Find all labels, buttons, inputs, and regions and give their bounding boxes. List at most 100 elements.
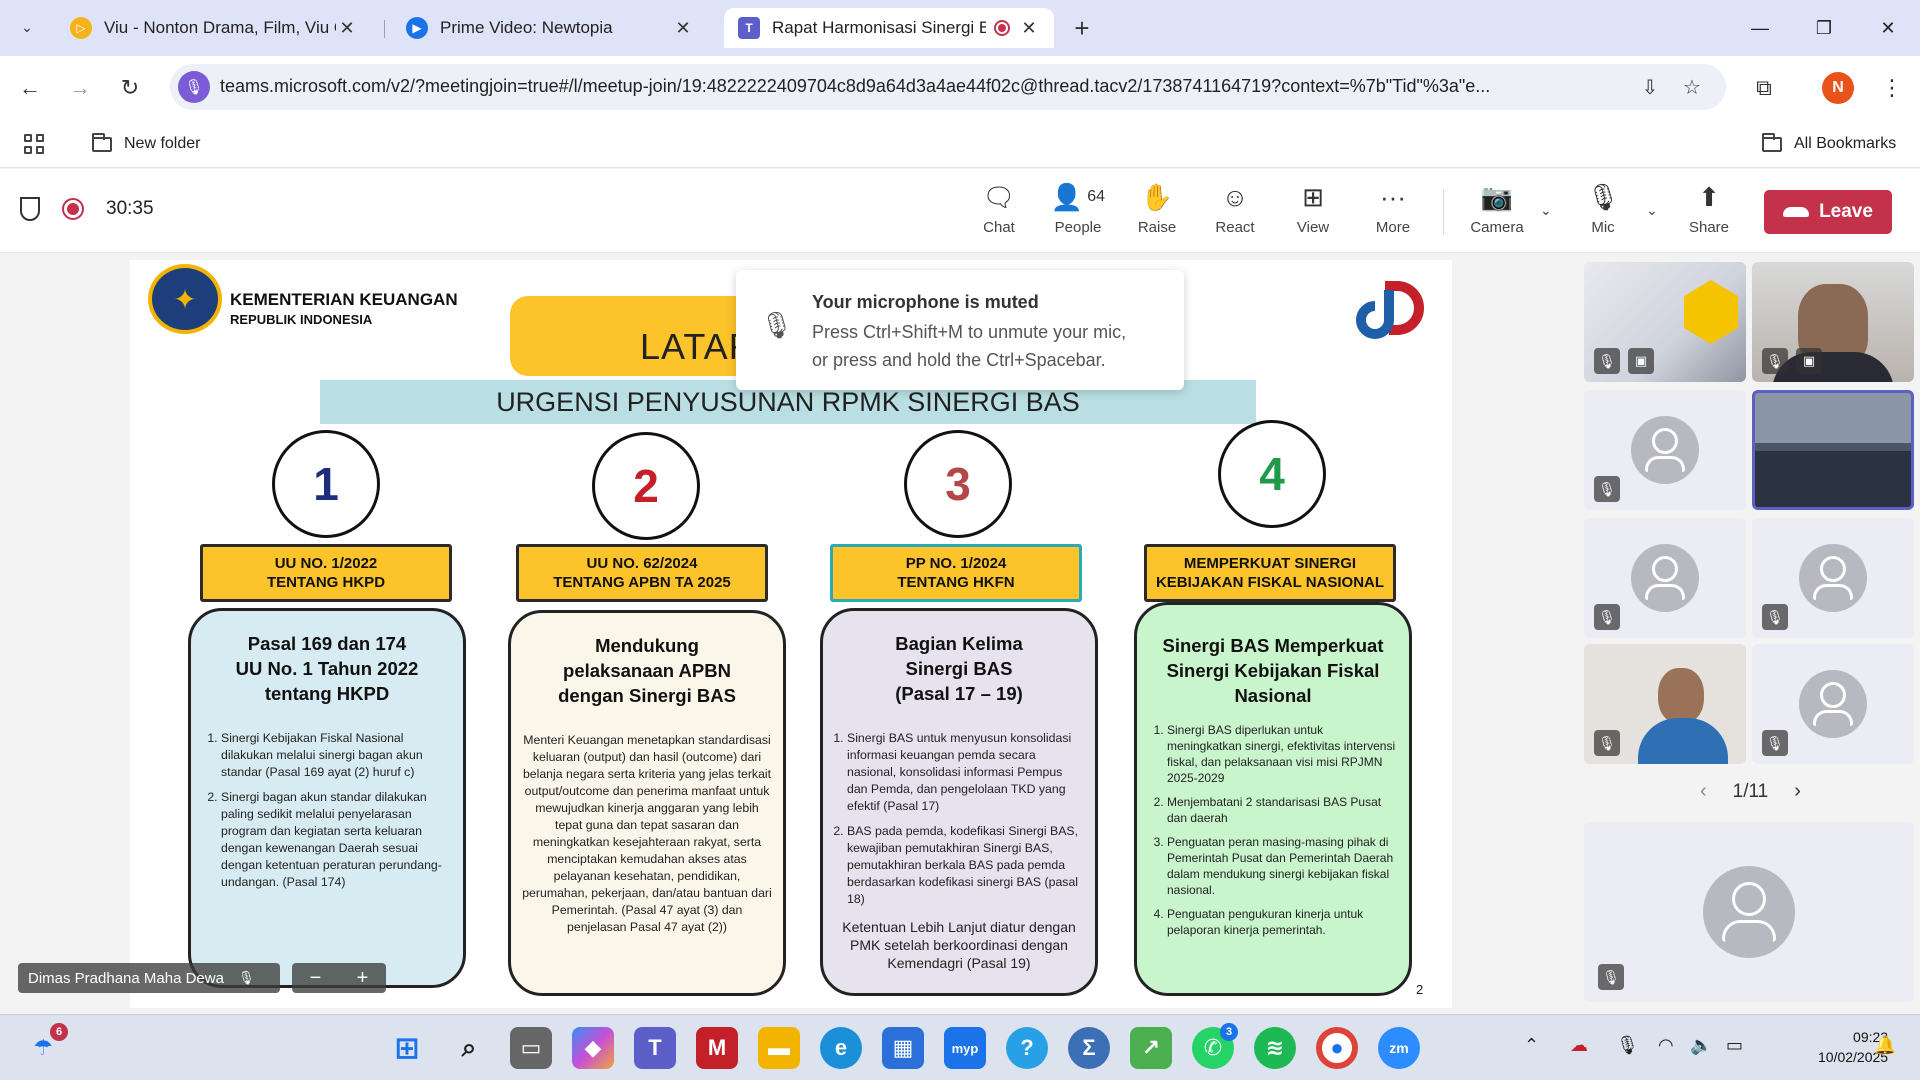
- forward-arrow-icon[interactable]: →: [64, 72, 96, 104]
- mic-button[interactable]: 🎙 Mic: [1568, 179, 1638, 245]
- more-button[interactable]: ··· More: [1358, 179, 1428, 245]
- mic-muted-toast[interactable]: 🎙 Your microphone is muted Press Ctrl+Sh…: [736, 270, 1184, 390]
- avatar-placeholder-icon: [1799, 670, 1867, 738]
- volume-icon[interactable]: 🔈: [1690, 1035, 1712, 1056]
- participant-tile-2[interactable]: 🎙 ▣: [1752, 262, 1914, 382]
- mic-muted-icon: 🎙: [237, 970, 255, 985]
- viu-icon: ▷: [70, 17, 92, 39]
- teams-taskbar-icon[interactable]: T: [634, 1027, 676, 1069]
- copilot-icon[interactable]: ◆: [572, 1027, 614, 1069]
- bookmark-label: All Bookmarks: [1794, 135, 1897, 152]
- windows-start-icon[interactable]: ⊞: [386, 1027, 428, 1069]
- edge-icon[interactable]: e: [820, 1027, 862, 1069]
- self-view-tile[interactable]: 🎙: [1584, 822, 1914, 1002]
- camera-button[interactable]: 📷 Camera: [1462, 179, 1532, 245]
- bookmark-star-icon[interactable]: ☆: [1678, 73, 1706, 101]
- file-explorer-icon[interactable]: ▬: [758, 1027, 800, 1069]
- search-icon[interactable]: ⌕: [448, 1027, 490, 1069]
- myapps-icon[interactable]: myp: [944, 1027, 986, 1069]
- chat-button[interactable]: 🗨 Chat: [964, 179, 1034, 245]
- address-bar[interactable]: 🎙 teams.microsoft.com/v2/?meetingjoin=tr…: [170, 64, 1726, 110]
- tab-prime-video[interactable]: ▶ Prime Video: Newtopia ✕: [392, 8, 708, 48]
- browser-menu-icon[interactable]: ⋮: [1876, 72, 1908, 104]
- raise-hand-button[interactable]: ✋ Raise: [1122, 179, 1192, 245]
- presenter-name: Dimas Pradhana Maha Dewa: [28, 969, 224, 987]
- column-card-4: Sinergi BAS Memperkuat Sinergi Kebijakan …: [1134, 602, 1412, 996]
- all-bookmarks[interactable]: All Bookmarks: [1762, 130, 1896, 158]
- mcafee-icon[interactable]: M: [696, 1027, 738, 1069]
- whatsapp-icon[interactable]: ✆ 3: [1192, 1023, 1238, 1069]
- close-tab-icon[interactable]: ✕: [1018, 18, 1040, 39]
- back-arrow-icon[interactable]: ←: [14, 72, 46, 104]
- participant-tile-7[interactable]: 🎙: [1584, 644, 1746, 764]
- list-item: Menjembatani 2 standarisasi BAS Pusat da…: [1167, 794, 1399, 826]
- vpn-tray-icon[interactable]: ☁: [1570, 1035, 1588, 1056]
- card-title: Bagian Kelima Sinergi BAS (Pasal 17 – 19): [895, 633, 1023, 704]
- number-circle-2: 2: [592, 432, 700, 540]
- sigma-app-icon[interactable]: Σ: [1068, 1027, 1110, 1069]
- people-button[interactable]: 👤 64 People: [1042, 179, 1114, 245]
- tab-search-chevron-down-icon[interactable]: ⌄: [12, 12, 42, 42]
- mic-options-chevron-icon[interactable]: ⌄: [1646, 202, 1658, 219]
- microphone-tray-icon[interactable]: 🎙: [1616, 1035, 1639, 1056]
- leave-button[interactable]: Leave: [1764, 190, 1892, 234]
- people-label: People: [1054, 219, 1102, 236]
- zoom-out-button[interactable]: −: [310, 967, 322, 990]
- recording-icon: [62, 198, 84, 220]
- meeting-timer: 30:35: [106, 198, 154, 219]
- participant-tile-5[interactable]: 🎙: [1584, 518, 1746, 638]
- mic-muted-icon: 🎙: [760, 310, 794, 340]
- new-tab-plus-icon[interactable]: +: [1066, 12, 1098, 44]
- people-count: 64: [1087, 188, 1106, 205]
- helper-app-icon[interactable]: ?: [1006, 1027, 1048, 1069]
- zoom-in-button[interactable]: +: [357, 967, 369, 990]
- mic-muted-icon: 🎙: [1594, 604, 1620, 630]
- mic-muted-icon: 🎙: [1586, 181, 1620, 212]
- wifi-icon[interactable]: ◠: [1658, 1035, 1674, 1056]
- task-view-icon[interactable]: ▭: [510, 1027, 552, 1069]
- site-mic-permission-icon[interactable]: 🎙: [178, 71, 210, 103]
- bookmark-new-folder[interactable]: New folder: [92, 130, 200, 158]
- chrome-icon[interactable]: ●: [1316, 1027, 1358, 1069]
- participant-tile-6[interactable]: 🎙: [1752, 518, 1914, 638]
- participant-tile-3[interactable]: 🎙: [1584, 390, 1746, 510]
- extensions-puzzle-icon[interactable]: ⧉: [1748, 72, 1780, 104]
- zoom-app-icon[interactable]: zm: [1378, 1027, 1420, 1069]
- close-tab-icon[interactable]: ✕: [336, 18, 358, 39]
- reload-icon[interactable]: ↻: [114, 72, 146, 104]
- close-window-icon[interactable]: ✕: [1868, 10, 1908, 46]
- chart-app-icon[interactable]: ↗: [1130, 1027, 1172, 1069]
- card-list: Sinergi Kebijakan Fiskal Nasional dilaku…: [201, 730, 453, 891]
- participant-tile-8[interactable]: 🎙: [1752, 644, 1914, 764]
- next-page-chevron-icon[interactable]: ›: [1794, 780, 1801, 803]
- list-item: BAS pada pemda, kodefikasi Sinergi BAS, …: [847, 823, 1085, 908]
- column-card-1: Pasal 169 dan 174 UU No. 1 Tahun 2022 tent…: [188, 608, 466, 988]
- microsoft-store-icon[interactable]: ▦: [882, 1027, 924, 1069]
- profile-avatar[interactable]: N: [1822, 72, 1854, 104]
- share-button[interactable]: ⬆ Share: [1674, 179, 1744, 245]
- restore-window-icon[interactable]: ❐: [1804, 10, 1844, 46]
- prev-page-chevron-icon[interactable]: ‹: [1700, 780, 1707, 803]
- spotify-icon[interactable]: ≋: [1254, 1027, 1296, 1069]
- card-list: Sinergi BAS diperlukan untuk meningkatka…: [1147, 722, 1399, 938]
- weather-widget-icon[interactable]: ☂ 6: [22, 1023, 68, 1069]
- participant-tile-1[interactable]: 🎙 ▣: [1584, 262, 1746, 382]
- tab-viu[interactable]: ▷ Viu - Nonton Drama, Film, Viu O ✕: [56, 8, 372, 48]
- raise-label: Raise: [1137, 219, 1177, 236]
- participant-tile-4-active[interactable]: [1752, 390, 1914, 510]
- url-text[interactable]: teams.microsoft.com/v2/?meetingjoin=true…: [220, 76, 1610, 97]
- react-button[interactable]: ☺ React: [1200, 179, 1270, 245]
- notification-bell-icon[interactable]: 🔔: [1874, 1035, 1896, 1056]
- meeting-info-shield-icon[interactable]: [20, 197, 40, 221]
- install-app-icon[interactable]: ⇩: [1636, 73, 1664, 101]
- view-button[interactable]: ⊞ View: [1278, 179, 1348, 245]
- list-item: Penguatan peran masing-masing pihak di P…: [1167, 834, 1399, 898]
- close-tab-icon[interactable]: ✕: [672, 18, 694, 39]
- battery-icon[interactable]: ▭: [1726, 1035, 1743, 1056]
- avatar-placeholder-icon: [1799, 544, 1867, 612]
- camera-options-chevron-icon[interactable]: ⌄: [1540, 202, 1552, 219]
- tray-overflow-chevron-icon[interactable]: ⌃: [1524, 1035, 1539, 1056]
- apps-grid-icon[interactable]: [24, 130, 44, 158]
- tab-teams-meeting[interactable]: T Rapat Harmonisasi Sinergi B ✕: [724, 8, 1054, 48]
- minimize-window-icon[interactable]: —: [1740, 10, 1780, 46]
